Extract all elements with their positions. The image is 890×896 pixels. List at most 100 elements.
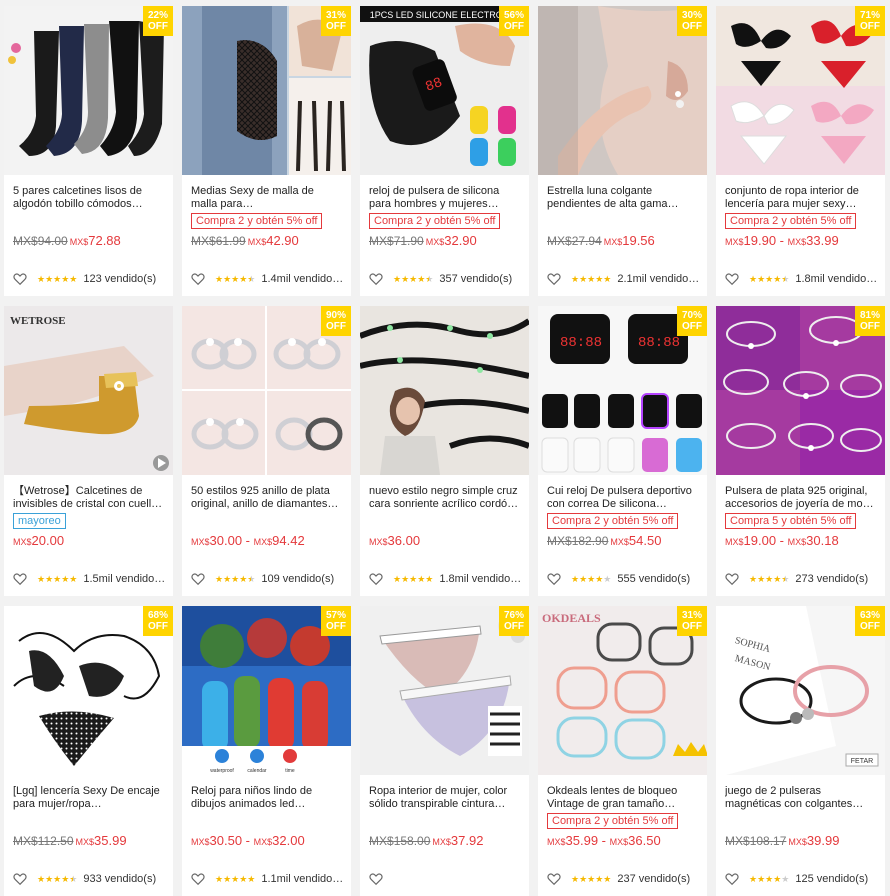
product-title[interactable]: Medias Sexy de malla de malla para mujer… (191, 185, 342, 211)
heart-icon[interactable] (191, 572, 205, 586)
product-title[interactable]: [Lgq] lencería Sexy De encaje para mujer… (13, 785, 164, 811)
price-row: MX$27.94 MX$19.56 (547, 232, 707, 250)
product-card-wetrose-socks[interactable]: WETROSE 【Wetrose】Calcetines de invisible… (4, 306, 173, 596)
current-price: MX$39.99 (788, 833, 840, 848)
current-price: MX$54.50 (610, 533, 662, 548)
price-range-max: - MX$30.18 (776, 533, 839, 548)
product-title[interactable]: 50 estilos 925 anillo de plata original,… (191, 485, 342, 511)
product-title[interactable]: Cui reloj De pulsera deportivo con corre… (547, 485, 698, 511)
product-image[interactable]: 88:88 88:88 70% OFF (538, 306, 707, 475)
heart-icon[interactable] (369, 872, 383, 886)
price-row: MX$71.90 MX$32.90 (369, 232, 529, 250)
product-card-digital-watch[interactable]: 88:88 88:88 70% OFF Cui reloj De pulsera d… (538, 306, 707, 596)
product-card-underwear[interactable]: 76% OFF Ropa interior de mujer, color sóli… (360, 606, 529, 896)
rating-stars: ★★★★★ (215, 873, 256, 884)
product-image[interactable]: 90% OFF (182, 306, 351, 475)
product-title[interactable]: Ropa interior de mujer, color sólido tra… (369, 785, 520, 811)
product-title[interactable]: conjunto de ropa interior de lencería pa… (725, 185, 876, 211)
heart-icon[interactable] (547, 572, 561, 586)
original-price: MX$71.90 (369, 234, 424, 248)
current-price: MX$20.00 (13, 533, 65, 548)
current-price: MX$72.88 (69, 233, 121, 248)
product-title[interactable]: juego de 2 pulseras magnéticas con colga… (725, 785, 876, 811)
sold-count: 2.1mil vendido… (617, 273, 700, 285)
heart-icon[interactable] (547, 872, 561, 886)
product-image[interactable]: SOPHIA MASON FETAR 63% OFF (716, 606, 885, 775)
product-image[interactable]: WETROSE (4, 306, 173, 475)
current-price: MX$19.90 (725, 233, 777, 248)
current-price: MX$36.00 (369, 533, 421, 548)
product-card-socks[interactable]: 22% OFF 5 pares calcetines lisos de algodó… (4, 6, 173, 296)
discount-badge: 68% OFF (143, 606, 173, 636)
product-card-fishnet[interactable]: 31% OFF Medias Sexy de malla de malla para… (182, 6, 351, 296)
product-image[interactable]: 22% OFF (4, 6, 173, 175)
product-image[interactable]: 81% OFF (716, 306, 885, 475)
heart-icon[interactable] (547, 272, 561, 286)
current-price: MX$42.90 (247, 233, 299, 248)
product-card-lingerie-set[interactable]: 71% OFF conjunto de ropa interior de lence… (716, 6, 885, 296)
product-image[interactable]: 1PCS LED SILICONE ELECTRONIC 88 56% OFF (360, 6, 529, 175)
product-image[interactable]: 31% OFF (182, 6, 351, 175)
rating-stars: ★★★★★ (393, 573, 434, 584)
price-row: MX$36.00 (369, 532, 529, 550)
product-card-led-watch[interactable]: 1PCS LED SILICONE ELECTRONIC 88 56% OFF re… (360, 6, 529, 296)
product-card-glasses[interactable]: OKDEALS 31% OFF Okdeals lentes de bloqueo … (538, 606, 707, 896)
discount-badge: 63% OFF (855, 606, 885, 636)
heart-icon[interactable] (191, 272, 205, 286)
product-card-bracelets[interactable]: 81% OFF Pulsera de plata 925 original, acc… (716, 306, 885, 596)
product-image[interactable]: 71% OFF (716, 6, 885, 175)
price-row: MX$182.90 MX$54.50 (547, 532, 707, 550)
heart-icon[interactable] (369, 272, 383, 286)
price-row: MX$94.00 MX$72.88 (13, 232, 173, 250)
rating-stars: ★★★★★ (393, 273, 434, 284)
heart-icon[interactable] (13, 872, 27, 886)
product-image[interactable]: 30% OFF (538, 6, 707, 175)
heart-icon[interactable] (13, 572, 27, 586)
price-row: MX$158.00 MX$37.92 (369, 832, 529, 850)
product-image[interactable]: OKDEALS 31% OFF (538, 606, 707, 775)
product-card-magnetic-bracelets[interactable]: SOPHIA MASON FETAR 63% OFF juego de 2 pulse… (716, 606, 885, 896)
rating-stars: ★★★★★ (749, 273, 790, 284)
sold-count: 933 vendido(s) (83, 873, 157, 885)
heart-icon[interactable] (191, 872, 205, 886)
product-meta: ★★★★★ 1.8mil vendido… (369, 572, 523, 586)
product-title[interactable]: Estrella luna colgante pendientes de alt… (547, 185, 698, 211)
product-card-smiley-chain[interactable]: nuevo estilo negro simple cruz cara sonr… (360, 306, 529, 596)
sold-count: 357 vendido(s) (439, 273, 513, 285)
image-caption-text: time (285, 768, 295, 774)
sold-count: 1.4mil vendido… (261, 273, 344, 285)
product-title[interactable]: Pulsera de plata 925 original, accesorio… (725, 485, 876, 511)
product-card-earrings[interactable]: 30% OFF Estrella luna colgante pendientes … (538, 6, 707, 296)
product-title[interactable]: 5 pares calcetines lisos de algodón tobi… (13, 185, 164, 211)
original-price: MX$158.00 (369, 834, 431, 848)
product-card-rings[interactable]: 90% OFF 50 estilos 925 anillo de plata ori… (182, 306, 351, 596)
promo-tag: Compra 2 y obtén 5% off (191, 213, 323, 229)
product-image[interactable] (360, 306, 529, 475)
heart-icon[interactable] (725, 572, 739, 586)
original-price: MX$94.00 (13, 234, 68, 248)
product-image[interactable]: 68% OFF (4, 606, 173, 775)
price-row: MX$108.17 MX$39.99 (725, 832, 885, 850)
heart-icon[interactable] (369, 572, 383, 586)
current-price: MX$32.90 (425, 233, 477, 248)
price-range-max: - MX$33.99 (776, 233, 839, 248)
rating-stars: ★★★★★ (749, 873, 790, 884)
price-row: MX$112.50 MX$35.99 (13, 832, 173, 850)
heart-icon[interactable] (725, 872, 739, 886)
product-card-kids-watch[interactable]: waterproof calendar time 57% OFF Reloj para… (182, 606, 351, 896)
discount-badge: 70% OFF (677, 306, 707, 336)
image-caption-text: calendar (247, 768, 267, 774)
product-title[interactable]: nuevo estilo negro simple cruz cara sonr… (369, 485, 520, 511)
product-image[interactable]: 76% OFF (360, 606, 529, 775)
product-title[interactable]: 【Wetrose】Calcetines de invisibles de cri… (13, 485, 164, 511)
product-title[interactable]: reloj de pulsera de silicona para hombre… (369, 185, 520, 211)
product-image[interactable]: waterproof calendar time 57% OFF (182, 606, 351, 775)
rating-stars: ★★★★★ (215, 273, 256, 284)
product-card-lace-lingerie[interactable]: 68% OFF [Lgq] lencería Sexy De encaje para… (4, 606, 173, 896)
heart-icon[interactable] (13, 272, 27, 286)
product-title[interactable]: Okdeals lentes de bloqueo Vintage de gra… (547, 785, 698, 811)
rating-stars: ★★★★★ (571, 273, 612, 284)
current-price: MX$35.99 (75, 833, 127, 848)
heart-icon[interactable] (725, 272, 739, 286)
product-title[interactable]: Reloj para niños lindo de dibujos animad… (191, 785, 342, 811)
